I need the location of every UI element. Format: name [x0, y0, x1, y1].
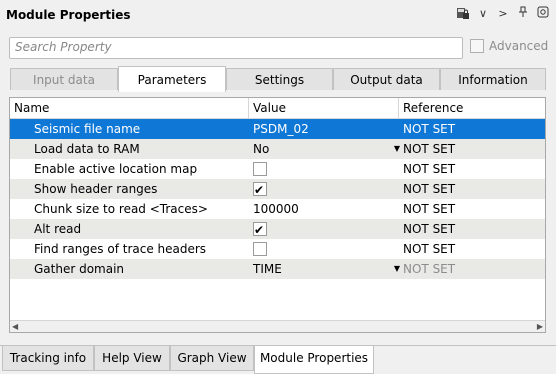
advanced-checkbox[interactable]	[470, 39, 484, 53]
property-row-find-ranges-of-trace-headers[interactable]: Find ranges of trace headers NOT SET	[10, 239, 545, 259]
property-reference[interactable]: NOT SET	[403, 259, 543, 279]
property-value-text[interactable]: PSDM_02	[253, 119, 398, 139]
title-bar-icons: ∨ >	[456, 6, 550, 22]
property-value-dropdown[interactable]: TIME ▼	[253, 259, 400, 279]
property-grid: Name Value Reference Seismic file name P…	[9, 97, 546, 333]
property-name: Gather domain	[34, 262, 125, 276]
scroll-right-icon[interactable]: ▶	[537, 321, 543, 332]
grid-header: Name Value Reference	[10, 98, 545, 119]
property-value-cell	[253, 239, 398, 259]
column-header-reference[interactable]: Reference	[399, 98, 545, 118]
search-property-field[interactable]	[9, 37, 463, 59]
column-header-value[interactable]: Value	[249, 98, 399, 118]
tab-input-data[interactable]: Input data	[10, 68, 118, 90]
tab-tracking-info[interactable]: Tracking info	[2, 345, 94, 371]
tab-parameters[interactable]: Parameters	[118, 66, 226, 92]
camera-icon[interactable]	[536, 6, 550, 22]
property-value-cell	[253, 179, 398, 200]
pin-icon[interactable]	[516, 6, 530, 22]
property-name: Load data to RAM	[34, 142, 140, 156]
panel-title: Module Properties	[6, 8, 131, 22]
property-value-dropdown[interactable]: No ▼	[253, 139, 400, 159]
property-name: Find ranges of trace headers	[34, 242, 207, 256]
property-name: Enable active location map	[34, 162, 198, 176]
property-name: Seismic file name	[34, 122, 141, 136]
property-row-gather-domain[interactable]: Gather domain TIME ▼ NOT SET	[10, 259, 545, 279]
horizontal-scrollbar[interactable]: ◀ ▶	[10, 320, 545, 332]
property-value-text[interactable]: 100000	[253, 199, 398, 219]
chevron-down-icon[interactable]: ∨	[476, 6, 490, 22]
property-value-cell	[253, 159, 398, 179]
tab-settings[interactable]: Settings	[226, 68, 333, 90]
property-reference[interactable]: NOT SET	[403, 199, 543, 219]
dropdown-arrow-icon[interactable]: ▼	[394, 139, 400, 159]
property-name: Show header ranges	[34, 182, 158, 196]
property-reference[interactable]: NOT SET	[403, 219, 543, 239]
tab-graph-view[interactable]: Graph View	[170, 345, 254, 371]
chevron-right-icon[interactable]: >	[496, 6, 510, 22]
property-row-load-data-to-ram[interactable]: Load data to RAM No ▼ NOT SET	[10, 139, 545, 159]
dropdown-selected-value: No	[253, 142, 270, 156]
property-reference[interactable]: NOT SET	[403, 239, 543, 259]
tab-help-view[interactable]: Help View	[94, 345, 170, 371]
title-bar: Module Properties ∨ >	[0, 0, 556, 30]
advanced-label: Advanced	[489, 39, 549, 53]
property-row-alt-read[interactable]: Alt read NOT SET	[10, 219, 545, 240]
property-checkbox[interactable]	[253, 180, 267, 200]
property-row-chunk-size[interactable]: Chunk size to read <Traces> 100000 NOT S…	[10, 199, 545, 219]
property-checkbox[interactable]	[253, 162, 267, 176]
property-reference[interactable]: NOT SET	[403, 139, 543, 159]
bottom-tabs: Tracking info Help View Graph View Modul…	[0, 345, 556, 374]
property-reference[interactable]: NOT SET	[403, 119, 543, 139]
property-row-show-header-ranges[interactable]: Show header ranges NOT SET	[10, 179, 545, 200]
property-name: Alt read	[34, 222, 82, 236]
dropdown-arrow-icon[interactable]: ▼	[394, 259, 400, 279]
column-header-name[interactable]: Name	[10, 98, 249, 118]
tab-output-data[interactable]: Output data	[333, 68, 440, 90]
tab-information[interactable]: Information	[440, 68, 546, 90]
tab-module-properties[interactable]: Module Properties	[254, 345, 374, 374]
save-lock-icon[interactable]	[456, 6, 470, 22]
advanced-toggle[interactable]: Advanced	[470, 39, 548, 53]
search-input[interactable]	[10, 38, 460, 56]
property-row-seismic-file-name[interactable]: Seismic file name PSDM_02 NOT SET	[10, 119, 545, 139]
property-tabs: Input data Parameters Settings Output da…	[10, 66, 546, 92]
property-reference[interactable]: NOT SET	[403, 159, 543, 179]
property-checkbox[interactable]	[253, 242, 267, 256]
property-reference[interactable]: NOT SET	[403, 179, 543, 199]
property-checkbox[interactable]	[253, 220, 267, 240]
property-value-cell	[253, 219, 398, 240]
property-name: Chunk size to read <Traces>	[34, 202, 208, 216]
dropdown-selected-value: TIME	[253, 262, 282, 276]
property-row-enable-active-location-map[interactable]: Enable active location map NOT SET	[10, 159, 545, 179]
scroll-left-icon[interactable]: ◀	[12, 321, 18, 332]
